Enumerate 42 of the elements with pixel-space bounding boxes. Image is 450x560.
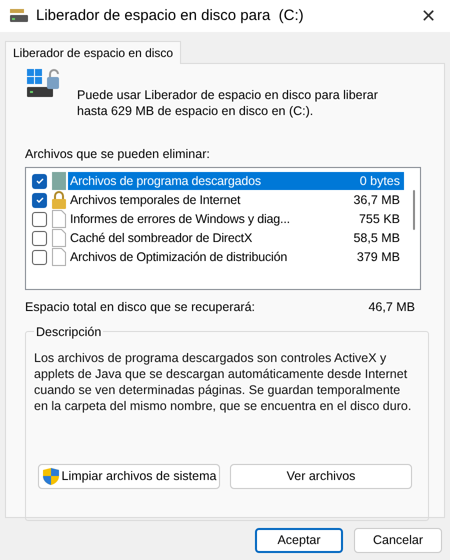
file-name: Informes de errores de Windows y diag... (70, 210, 290, 228)
description-text: Los archivos de programa descargados son controles ActiveX y applets de Java que se descargan automáticamente desde Internet cuando se ven determinadas páginas. Se guardan temporalmente en la carpeta del mismo nombre, que se encuentra en el disco duro. (34, 350, 412, 414)
lock-icon (52, 191, 66, 210)
check-icon (34, 176, 44, 186)
checkbox[interactable] (32, 212, 47, 227)
file-row[interactable]: Archivos de Optimización de distribución 379 MB (68, 248, 404, 266)
close-button[interactable]: ✕ (421, 7, 436, 25)
action-button[interactable]: Limpiar archivos de sistema (38, 464, 220, 488)
intro-text: Puede usar Liberador de espacio en disco para liberar hasta 629 MB de espacio en disco en (C:). (77, 87, 379, 119)
folder-icon (52, 172, 66, 190)
file-size: 0 bytes (360, 172, 400, 190)
dialog-button[interactable]: Cancelar (354, 528, 442, 553)
dialog-button[interactable]: Aceptar (255, 528, 343, 553)
shield-icon (42, 466, 60, 486)
file-row[interactable]: Caché del sombreador de DirectX 58,5 MB (68, 229, 404, 248)
file-name: Archivos de Optimización de distribución (70, 248, 288, 266)
file-name: Caché del sombreador de DirectX (70, 230, 252, 247)
checkbox[interactable] (32, 174, 47, 189)
scrollbar-thumb[interactable] (413, 190, 415, 230)
total-label: Espacio total en disco que se recuperará: (25, 298, 255, 316)
file-size: 755 KB (358, 210, 400, 228)
file-name: Archivos de programa descargados (70, 172, 261, 190)
document-icon (52, 248, 66, 266)
total-value: 46,7 MB (368, 298, 415, 316)
action-button[interactable]: Ver archivos (230, 464, 412, 488)
file-size: 36,7 MB (353, 192, 400, 209)
file-row[interactable]: Archivos de programa descargados 0 bytes (68, 172, 404, 190)
file-row[interactable]: Archivos temporales de Internet 36,7 MB (68, 191, 404, 210)
document-icon (52, 229, 66, 248)
file-size: 379 MB (356, 248, 400, 266)
disk-cleanup-icon (10, 9, 28, 23)
tab[interactable]: Liberador de espacio en disco (5, 41, 182, 64)
file-name: Archivos temporales de Internet (70, 192, 240, 209)
checkbox[interactable] (32, 250, 47, 265)
list-label: Archivos que se pueden eliminar: (25, 146, 211, 163)
file-row[interactable]: Informes de errores de Windows y diag... 755 KB (68, 210, 404, 228)
window-title: Liberador de espacio en disco para (C:) (36, 6, 304, 26)
check-icon (34, 195, 44, 206)
checkbox[interactable] (32, 230, 47, 246)
checkbox[interactable] (32, 192, 47, 208)
document-icon (52, 210, 66, 228)
file-size: 58,5 MB (353, 230, 400, 247)
